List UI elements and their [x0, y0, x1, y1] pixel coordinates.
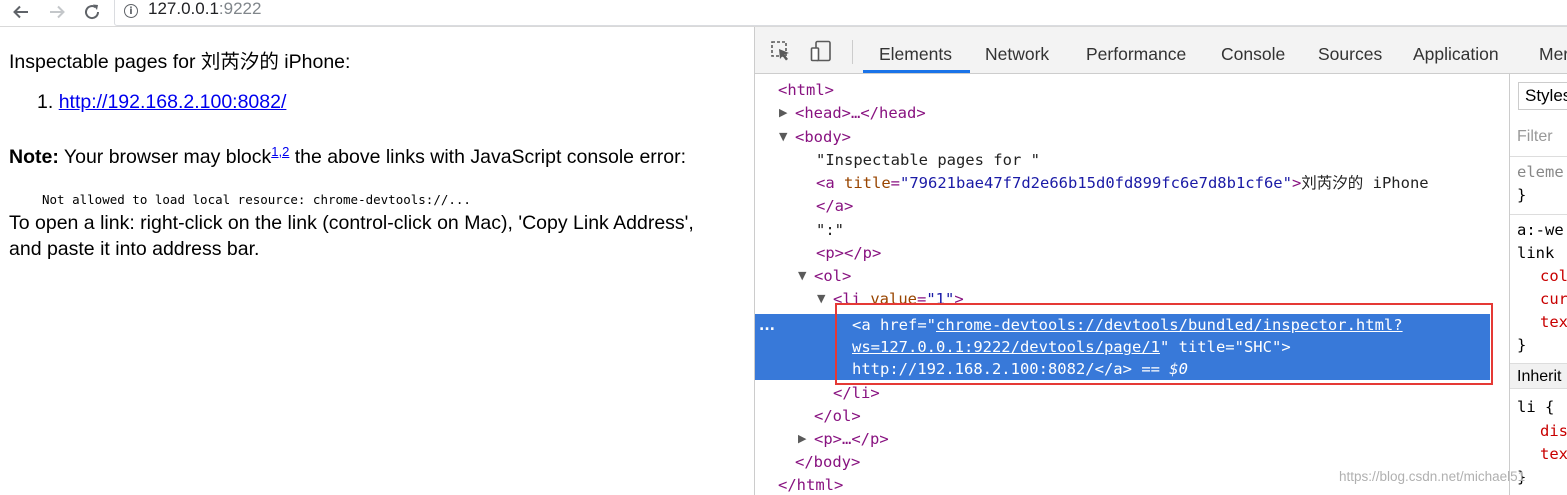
- list-number: 1.: [37, 91, 54, 113]
- dom-node-body[interactable]: <body>: [795, 126, 851, 149]
- selected-node-line-1[interactable]: <a href="chrome-devtools://devtools/bund…: [852, 314, 1403, 337]
- tab-application[interactable]: Application: [1413, 44, 1499, 65]
- brace: }: [1517, 336, 1527, 354]
- dom-text-colon[interactable]: ":": [816, 219, 844, 242]
- divider: [1510, 156, 1567, 157]
- info-icon[interactable]: i: [124, 4, 138, 18]
- divider: [1510, 214, 1567, 215]
- dom-node-ol[interactable]: <ol>: [814, 265, 851, 288]
- selected-node-line-2[interactable]: ws=127.0.0.1:9222/devtools/page/1" title…: [852, 336, 1291, 359]
- dom-tree: ... <html> ▶ <head>…</head> ▼ <body> "In…: [755, 74, 1510, 495]
- instructions-text: To open a link: right-click on the link …: [9, 212, 694, 260]
- console-error-sample: Not allowed to load local resource: chro…: [42, 192, 471, 207]
- dom-node-ol-close[interactable]: </ol>: [814, 405, 861, 428]
- cursor-select-icon[interactable]: [770, 40, 792, 62]
- li-rule-selector: li {: [1517, 398, 1555, 416]
- tab-elements[interactable]: Elements: [879, 44, 952, 65]
- dom-node-p-collapsed[interactable]: <p>…</p>: [814, 428, 889, 451]
- style-property[interactable]: cur: [1540, 290, 1567, 308]
- footnote-links[interactable]: 1,2: [271, 144, 289, 159]
- styles-filter-input[interactable]: Filter: [1517, 128, 1553, 146]
- page-content: Inspectable pages for 刘芮汐的 iPhone: 1. ht…: [0, 27, 753, 495]
- style-property[interactable]: tex: [1540, 313, 1567, 331]
- reload-icon: [85, 4, 100, 20]
- collapse-arrow-icon[interactable]: ▼: [779, 130, 787, 143]
- reload-button[interactable]: [79, 0, 105, 24]
- dom-node-body-close[interactable]: </body>: [795, 451, 860, 474]
- forward-button[interactable]: [44, 0, 70, 24]
- tab-sources[interactable]: Sources: [1318, 44, 1382, 65]
- note-label: Note:: [9, 146, 59, 168]
- style-property[interactable]: tex: [1540, 445, 1567, 463]
- rule-selector-link: link: [1517, 244, 1555, 262]
- expand-arrow-icon[interactable]: ▶: [798, 432, 806, 445]
- back-button[interactable]: [8, 0, 34, 24]
- inherited-header: Inherit: [1510, 363, 1567, 389]
- tab-performance[interactable]: Performance: [1086, 44, 1186, 65]
- style-property[interactable]: dis: [1540, 422, 1567, 440]
- element-style-label: eleme: [1517, 163, 1564, 181]
- brace: }: [1517, 186, 1527, 204]
- address-bar[interactable]: i 127.0.0.1:9222: [114, 0, 1567, 26]
- dom-node-p[interactable]: <p></p>: [816, 242, 881, 265]
- inspectable-list: 1. http://192.168.2.100:8082/: [37, 91, 286, 114]
- styles-pane: Styles Filter eleme } a:-we link col cur…: [1509, 74, 1567, 495]
- dom-node-li-close[interactable]: </li>: [833, 382, 880, 405]
- dom-node-a-title[interactable]: <a title="79621bae47f7d2e66b15d0fd899fc6…: [816, 172, 1429, 195]
- dom-node-html[interactable]: <html>: [778, 79, 834, 102]
- note-paragraph: Note: Your browser may block1,2 the abov…: [9, 144, 687, 168]
- url-text[interactable]: 127.0.0.1:9222: [148, 0, 261, 19]
- tab-styles[interactable]: Styles: [1518, 82, 1567, 110]
- tab-console[interactable]: Console: [1221, 44, 1285, 65]
- dom-text-node[interactable]: "Inspectable pages for ": [816, 149, 1040, 172]
- arrow-right-icon: [50, 5, 65, 19]
- inspectable-page-link[interactable]: http://192.168.2.100:8082/: [59, 91, 287, 113]
- tab-more[interactable]: Mer: [1539, 44, 1567, 65]
- dom-node-a-close[interactable]: </a>: [816, 195, 853, 218]
- watermark-text: https://blog.csdn.net/michael51: [1339, 469, 1526, 484]
- tab-network[interactable]: Network: [985, 44, 1049, 65]
- expand-arrow-icon[interactable]: ▶: [779, 106, 787, 119]
- style-property[interactable]: col: [1540, 267, 1567, 285]
- rule-selector: a:-we: [1517, 221, 1564, 239]
- toolbar-divider: [852, 40, 853, 64]
- browser-toolbar: i 127.0.0.1:9222: [0, 0, 1567, 27]
- devtools-panel: Elements Network Performance Console Sou…: [754, 27, 1567, 495]
- arrow-left-icon: [13, 5, 28, 19]
- collapse-arrow-icon[interactable]: ▼: [817, 292, 825, 305]
- dom-node-li[interactable]: <li value="1">: [833, 288, 964, 311]
- dom-node-head[interactable]: <head>…</head>: [795, 102, 926, 125]
- device-toggle-icon[interactable]: [810, 40, 832, 62]
- selected-node-line-3[interactable]: http://192.168.2.100:8082/</a> == $0: [852, 358, 1188, 381]
- collapse-arrow-icon[interactable]: ▼: [798, 269, 806, 282]
- devtools-tabbar: Elements Network Performance Console Sou…: [755, 27, 1567, 74]
- dom-node-html-close[interactable]: </html>: [778, 474, 843, 495]
- node-actions-button[interactable]: ...: [759, 318, 775, 334]
- active-tab-indicator: [863, 70, 970, 73]
- page-title: Inspectable pages for 刘芮汐的 iPhone:: [9, 51, 351, 73]
